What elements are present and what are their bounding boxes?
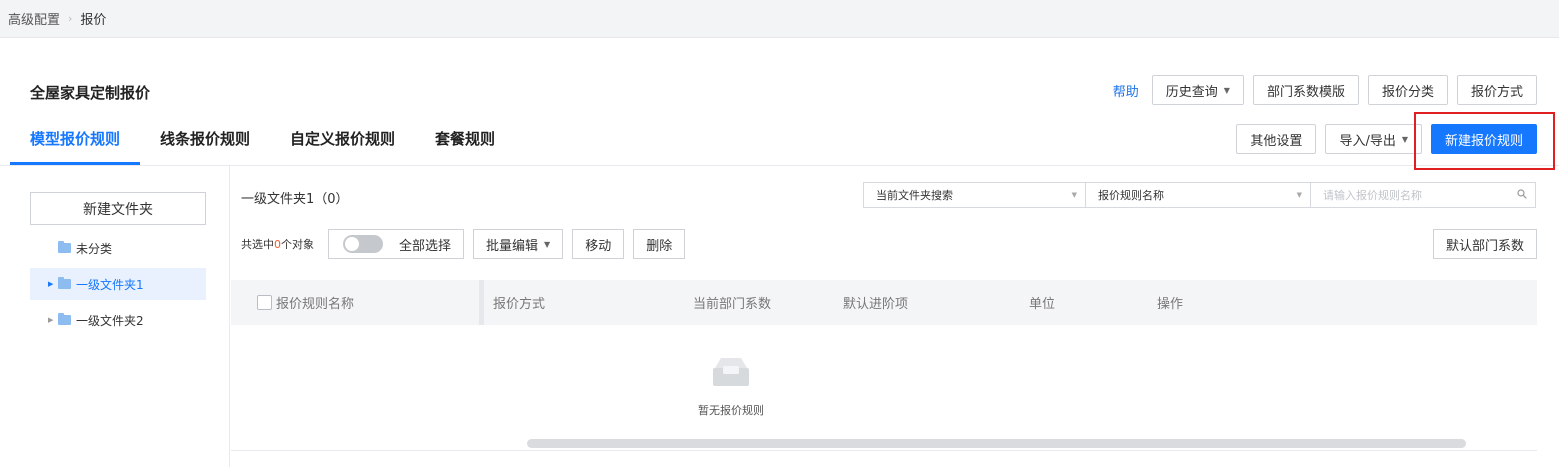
quote-category-button[interactable]: 报价分类 — [1367, 75, 1448, 105]
column-header-rule-name: 报价规则名称 — [276, 297, 355, 312]
tab-custom-rules[interactable]: 自定义报价规则 — [270, 118, 415, 165]
import-export-dropdown[interactable]: 导入/导出 ▼ — [1325, 124, 1422, 154]
new-folder-button[interactable]: 新建文件夹 — [30, 192, 206, 225]
dept-template-button[interactable]: 部门系数模版 — [1252, 75, 1359, 105]
tab-line-rules[interactable]: 线条报价规则 — [140, 118, 270, 165]
selected-count: 0 — [274, 238, 281, 251]
history-query-label: 历史查询 — [1165, 84, 1218, 100]
breadcrumb-item-advanced-config[interactable]: 高级配置 — [8, 9, 60, 28]
delete-button[interactable]: 删除 — [633, 229, 686, 259]
toggle-switch[interactable] — [343, 235, 383, 253]
select-all-checkbox[interactable] — [257, 295, 272, 310]
tree-item-folder-2[interactable]: ▶ 一级文件夹2 — [30, 304, 206, 336]
selected-prefix: 共选中 — [241, 238, 274, 251]
search-input-wrap — [1311, 182, 1536, 208]
expand-arrow-icon[interactable]: ▶ — [48, 280, 58, 288]
folder-icon — [58, 241, 71, 253]
selected-count-text: 共选中0个对象 — [241, 236, 314, 252]
other-settings-button[interactable]: 其他设置 — [1236, 124, 1317, 154]
quote-method-button[interactable]: 报价方式 — [1456, 75, 1537, 105]
batch-edit-label: 批量编辑 — [486, 238, 539, 254]
tree-item-label: 一级文件夹2 — [76, 313, 144, 328]
search-field-select[interactable]: 报价规则名称 ▼ — [1086, 182, 1311, 208]
folder-icon — [58, 313, 71, 325]
move-button[interactable]: 移动 — [572, 229, 625, 259]
table-bottom-divider — [231, 450, 1537, 451]
page-title: 全屋家具定制报价 — [30, 84, 151, 102]
column-header-default-advanced: 默认进阶项 — [843, 297, 909, 312]
search-field-value: 报价规则名称 — [1098, 189, 1164, 202]
header-actions: 帮助 历史查询 ▼ 部门系数模版 报价分类 报价方式 — [1113, 75, 1537, 105]
select-all-label: 全部选择 — [399, 238, 452, 254]
column-header-method: 报价方式 — [493, 297, 546, 312]
search-scope-value: 当前文件夹搜索 — [876, 189, 953, 202]
horizontal-scrollbar[interactable] — [527, 439, 1466, 448]
search-icon[interactable] — [1517, 189, 1527, 199]
highlight-annotation — [1414, 112, 1555, 170]
column-header-dept-coefficient: 当前部门系数 — [693, 297, 772, 312]
empty-state: 暂无报价规则 — [671, 356, 791, 418]
rule-tabs: 模型报价规则 线条报价规则 自定义报价规则 套餐规则 — [10, 118, 515, 165]
expand-arrow-icon[interactable]: ▶ — [48, 316, 58, 324]
breadcrumb-separator: › — [68, 12, 73, 25]
caret-down-icon: ▼ — [544, 239, 551, 249]
help-link[interactable]: 帮助 — [1113, 81, 1139, 100]
folder-icon — [58, 277, 71, 289]
tab-package-rules[interactable]: 套餐规则 — [415, 118, 515, 165]
caret-down-icon: ▼ — [1296, 191, 1302, 199]
breadcrumb-bar: 高级配置 › 报价 — [0, 0, 1559, 38]
main-content: 一级文件夹1（0） 当前文件夹搜索 ▼ 报价规则名称 ▼ 共选中0个对象 全部选… — [231, 166, 1537, 467]
selected-suffix: 个对象 — [281, 238, 314, 251]
folder-sidebar: 新建文件夹 未分类 ▶ 一级文件夹1 ▶ 一级文件夹2 — [0, 166, 230, 467]
breadcrumb-item-quote: 报价 — [80, 13, 107, 28]
tree-item-folder-1[interactable]: ▶ 一级文件夹1 — [30, 268, 206, 300]
caret-down-icon: ▼ — [1223, 85, 1230, 95]
tree-item-label: 未分类 — [76, 241, 113, 256]
search-scope-select[interactable]: 当前文件夹搜索 ▼ — [863, 182, 1086, 208]
tree-item-label: 一级文件夹1 — [76, 277, 144, 292]
empty-state-text: 暂无报价规则 — [698, 404, 764, 417]
caret-down-icon: ▼ — [1401, 134, 1408, 144]
default-dept-coefficient-button[interactable]: 默认部门系数 — [1432, 229, 1537, 259]
column-resize-handle[interactable] — [479, 280, 484, 325]
batch-edit-dropdown[interactable]: 批量编辑 ▼ — [473, 229, 564, 259]
select-all-toggle-button[interactable]: 全部选择 — [328, 229, 465, 259]
tab-model-rules[interactable]: 模型报价规则 — [10, 118, 141, 165]
history-query-dropdown[interactable]: 历史查询 ▼ — [1151, 75, 1244, 105]
import-export-label: 导入/导出 — [1339, 133, 1396, 149]
list-toolbar: 共选中0个对象 全部选择 批量编辑 ▼ 移动 删除 — [241, 229, 694, 259]
column-header-unit: 单位 — [1029, 297, 1056, 312]
search-group: 当前文件夹搜索 ▼ 报价规则名称 ▼ — [863, 182, 1536, 208]
caret-down-icon: ▼ — [1071, 191, 1077, 199]
column-header-actions: 操作 — [1157, 297, 1184, 312]
current-folder-title: 一级文件夹1（0） — [241, 192, 349, 207]
empty-inbox-icon — [713, 358, 749, 386]
tree-item-uncategorized[interactable]: 未分类 — [30, 232, 206, 264]
search-input[interactable] — [1311, 182, 1536, 208]
table-header: 报价规则名称 报价方式 当前部门系数 默认进阶项 单位 操作 — [231, 280, 1537, 325]
